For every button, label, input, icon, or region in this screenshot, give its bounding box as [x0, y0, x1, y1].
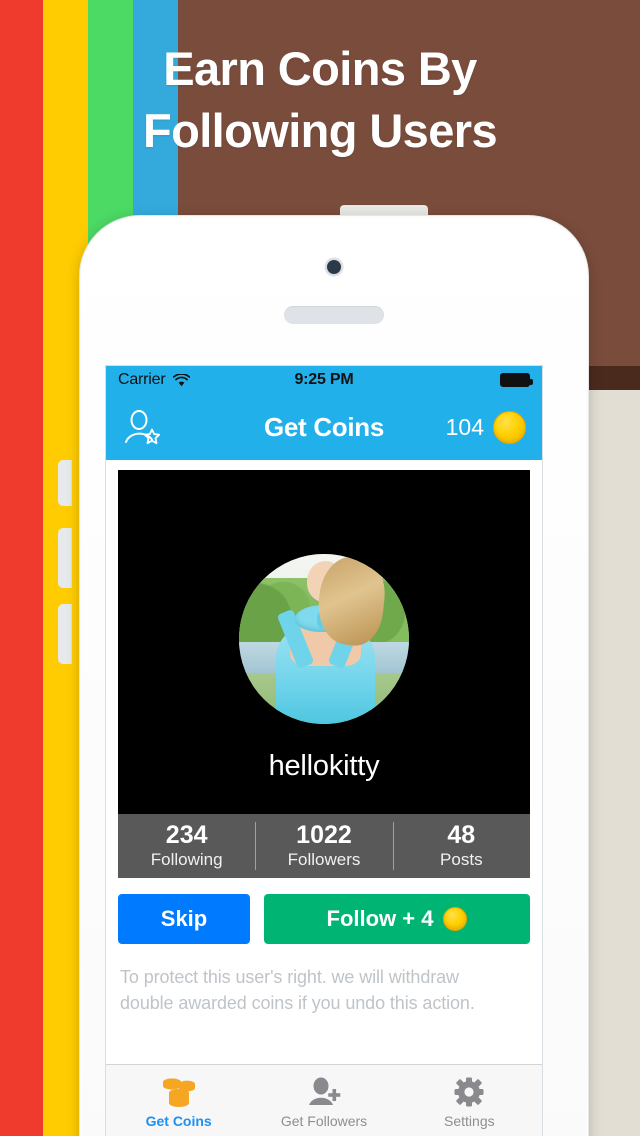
tab-get-followers-label: Get Followers [280, 1113, 368, 1129]
status-bar-time: 9:25 PM [294, 371, 354, 388]
tab-settings-label: Settings [444, 1113, 495, 1129]
stat-posts-value: 48 [447, 821, 476, 850]
stat-followers-label: Followers [287, 849, 361, 869]
stat-followers: 1022 Followers [255, 814, 392, 878]
profile-card: hellokitty 234 Following 1022 Followers … [106, 460, 542, 878]
stripe-red [0, 0, 43, 1136]
username-label: hellokitty [268, 750, 380, 782]
promo-headline-line2: Following Users [143, 104, 498, 158]
nav-bar: Get Coins 104 [106, 394, 542, 460]
earpiece-speaker [284, 306, 384, 324]
skip-button-label: Skip [160, 906, 208, 931]
phone-volume-up-button[interactable] [58, 528, 72, 588]
status-bar-right [500, 373, 533, 387]
stat-following: 234 Following [118, 814, 255, 878]
phone-mute-switch[interactable] [58, 460, 72, 506]
disclaimer-line1: To protect this user's right. we will wi… [120, 967, 459, 987]
tab-get-coins[interactable]: Get Coins [106, 1065, 251, 1136]
coin-balance[interactable]: 104 [445, 410, 526, 444]
tab-settings[interactable]: Settings [397, 1065, 542, 1136]
phone-screen: Carrier 9:25 PM Get Coins 104 hellokitty… [106, 366, 542, 1136]
tab-bar: Get Coins Get Followers Settings [106, 1064, 542, 1136]
promo-headline-line1: Earn Coins By [163, 42, 477, 95]
action-buttons: Skip Follow + 4 [106, 878, 542, 944]
gear-icon [449, 1076, 489, 1110]
avatar[interactable] [239, 554, 409, 724]
battery-full-icon [500, 373, 533, 387]
tab-get-coins-label: Get Coins [145, 1113, 212, 1129]
coin-balance-count: 104 [445, 413, 484, 440]
skip-button[interactable]: Skip [118, 894, 250, 944]
stat-followers-value: 1022 [296, 821, 352, 850]
coins-stack-icon [159, 1076, 199, 1110]
coin-icon [443, 907, 468, 931]
follow-button[interactable]: Follow + 4 [264, 894, 530, 944]
phone-volume-down-button[interactable] [58, 604, 72, 664]
promo-headline: Earn Coins By Following Users [0, 38, 640, 162]
disclaimer-text: To protect this user's right. we will wi… [106, 944, 542, 1016]
coin-icon [493, 410, 526, 444]
tab-get-followers[interactable]: Get Followers [251, 1065, 396, 1136]
profile-photo-area: hellokitty [118, 470, 530, 814]
status-bar: Carrier 9:25 PM [106, 366, 542, 394]
stat-following-value: 234 [165, 821, 208, 850]
follow-button-label: Follow + 4 [326, 906, 434, 931]
stat-posts: 48 Posts [392, 814, 530, 878]
disclaimer-line2: double awarded coins if you undo this ac… [120, 993, 475, 1014]
user-plus-icon [304, 1076, 344, 1110]
front-camera-icon [327, 260, 341, 274]
stat-following-label: Following [150, 849, 223, 869]
user-star-icon[interactable] [122, 409, 162, 445]
stat-posts-label: Posts [440, 849, 483, 869]
profile-stats: 234 Following 1022 Followers 48 Posts [118, 814, 530, 878]
